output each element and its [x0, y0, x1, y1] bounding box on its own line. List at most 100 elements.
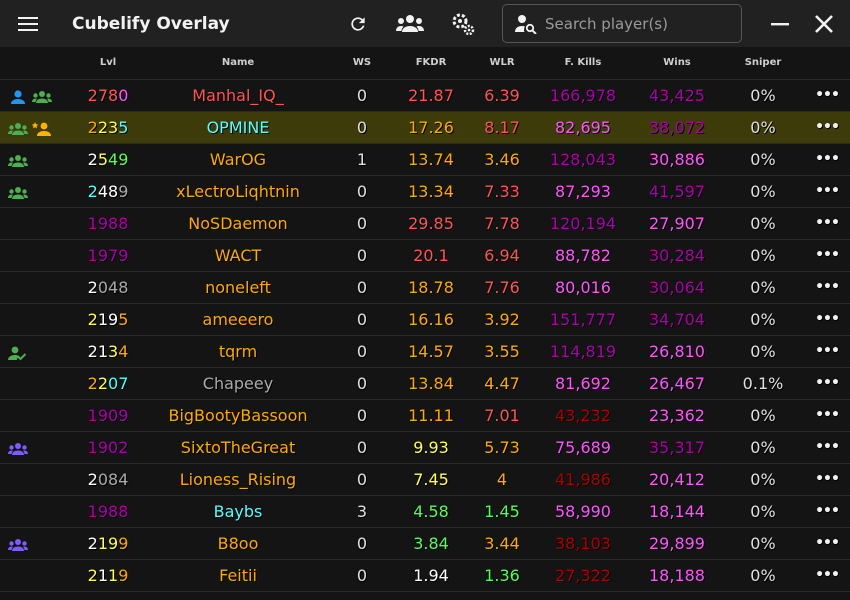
table-row[interactable]: 1909 BigBootyBassoon 0 11.11 7.01 43,232 23,36…	[0, 400, 850, 432]
table-row[interactable]: 1902 SixtoTheGreat 0 9.93 5.73 75,689 35,317 0%…	[0, 432, 850, 464]
player-name[interactable]: tqrm	[148, 336, 328, 367]
table-row[interactable]: 2780 Manhal_IQ_ 0 21.87 6.39 166,978 43,425 0% •…	[0, 80, 850, 112]
player-name[interactable]: Lioness_Rising	[148, 464, 328, 495]
player-name[interactable]: SixtoTheGreat	[148, 432, 328, 463]
table-row[interactable]: 2207 Chapeey 0 13.84 4.47 81,692 26,467 0.1% •••	[0, 368, 850, 400]
col-wins[interactable]: Wins	[632, 47, 722, 79]
player-level: 2084	[87, 470, 129, 489]
wlr-value: 6.94	[484, 246, 520, 265]
player-name[interactable]: B8oo	[148, 528, 328, 559]
gear-icon[interactable]	[449, 10, 477, 38]
more-options-icon[interactable]: •••	[810, 336, 844, 367]
player-name[interactable]: Feitii	[148, 560, 328, 591]
person-search-icon	[515, 14, 537, 34]
wlr-value: 7.01	[484, 406, 520, 425]
col-fkdr[interactable]: FKDR	[392, 47, 470, 79]
more-options-icon[interactable]: •••	[810, 400, 844, 431]
wins-value: 20,412	[649, 470, 705, 489]
player-name[interactable]: Baybs	[148, 496, 328, 527]
winstreak: 0	[356, 214, 368, 233]
more-options-icon[interactable]: •••	[810, 432, 844, 463]
more-options-icon[interactable]: •••	[810, 80, 844, 111]
table-row[interactable]: 1988 Baybs 3 4.58 1.45 58,990 18,144 0% •••	[0, 496, 850, 528]
menu-icon[interactable]	[14, 12, 42, 36]
table-row[interactable]: 1988 NoSDaemon 0 29.85 7.78 120,194 27,907 0% ••…	[0, 208, 850, 240]
player-name[interactable]: noneleft	[148, 272, 328, 303]
more-options-icon[interactable]: •••	[810, 464, 844, 495]
more-options-icon[interactable]: •••	[810, 144, 844, 175]
winstreak: 0	[356, 438, 368, 457]
sniper-value: 0.1%	[742, 374, 784, 393]
table-row[interactable]: 2235 OPMINE 0 17.26 8.17 82,695 38,072 0% •••	[0, 112, 850, 144]
fkdr-value: 7.45	[413, 470, 449, 489]
close-icon[interactable]	[811, 11, 837, 37]
player-level: 2780	[87, 86, 129, 105]
col-fkills[interactable]: F. Kills	[538, 47, 628, 79]
sniper-value: 0%	[750, 182, 776, 201]
wlr-value: 3.44	[484, 534, 520, 553]
group-add-icon[interactable]	[395, 11, 425, 37]
table-row[interactable]: 2048 noneleft 0 18.78 7.76 80,016 30,064 0% •••	[0, 272, 850, 304]
player-name[interactable]: BigBootyBassoon	[148, 400, 328, 431]
player-name[interactable]: OPMINE	[148, 112, 328, 143]
wlr-value: 4	[496, 470, 508, 489]
player-name[interactable]: NoSDaemon	[148, 208, 328, 239]
player-level: 2048	[87, 278, 129, 297]
player-tags	[8, 400, 66, 431]
player-name[interactable]: WarOG	[148, 144, 328, 175]
more-options-icon[interactable]: •••	[810, 368, 844, 399]
player-name[interactable]: WACT	[148, 240, 328, 271]
more-options-icon[interactable]: •••	[810, 240, 844, 271]
more-options-icon[interactable]: •••	[810, 208, 844, 239]
more-options-icon[interactable]: •••	[810, 176, 844, 207]
sniper-value: 0%	[750, 342, 776, 361]
more-options-icon[interactable]: •••	[810, 496, 844, 527]
more-options-icon[interactable]: •••	[810, 112, 844, 143]
table-row[interactable]: 2119 Feitii 0 1.94 1.36 27,322 18,188 0% •••	[0, 560, 850, 592]
table-row[interactable]: 2195 ameeero 0 16.16 3.92 151,777 34,704 0% •••	[0, 304, 850, 336]
player-level: 2549	[87, 150, 129, 169]
sniper-value: 0%	[750, 246, 776, 265]
wins-value: 26,467	[649, 374, 705, 393]
fkdr-value: 29.85	[408, 214, 454, 233]
refresh-icon[interactable]	[345, 11, 371, 37]
table-row[interactable]: 2134 tqrm 0 14.57 3.55 114,819 26,810 0% •••	[0, 336, 850, 368]
more-options-icon[interactable]: •••	[810, 304, 844, 335]
winstreak: 0	[356, 278, 368, 297]
search-box[interactable]	[502, 4, 742, 43]
col-sniper[interactable]: Sniper	[730, 47, 796, 79]
player-name[interactable]: Manhal_IQ_	[148, 80, 328, 111]
sniper-value: 0%	[750, 438, 776, 457]
more-options-icon[interactable]: •••	[810, 528, 844, 559]
table-row[interactable]: 2084 Lioness_Rising 0 7.45 4 41,986 20,412 0% ••…	[0, 464, 850, 496]
fkdr-value: 20.1	[413, 246, 449, 265]
final-kills-value: 58,990	[555, 502, 611, 521]
col-wlr[interactable]: WLR	[470, 47, 534, 79]
more-options-icon[interactable]: •••	[810, 272, 844, 303]
table-row[interactable]: 1979 WACT 0 20.1 6.94 88,782 30,284 0% •••	[0, 240, 850, 272]
table-row[interactable]: 2199 B8oo 0 3.84 3.44 38,103 29,899 0% •••	[0, 528, 850, 560]
wins-value: 35,317	[649, 438, 705, 457]
minimize-icon[interactable]	[767, 11, 793, 37]
col-ws[interactable]: WS	[338, 47, 386, 79]
more-options-icon[interactable]: •••	[810, 560, 844, 591]
table-row[interactable]: 2489 xLectroLiqhtnin 0 13.34 7.33 87,293 41,59…	[0, 176, 850, 208]
player-name[interactable]: ameeero	[148, 304, 328, 335]
final-kills-value: 82,695	[555, 118, 611, 137]
winstreak: 0	[356, 374, 368, 393]
fkdr-value: 1.94	[413, 566, 449, 585]
player-name[interactable]: Chapeey	[148, 368, 328, 399]
player-name[interactable]: xLectroLiqhtnin	[148, 176, 328, 207]
search-input[interactable]	[543, 13, 737, 34]
winstreak: 0	[356, 118, 368, 137]
table-row[interactable]: 2549 WarOG 1 13.74 3.46 128,043 30,886 0% •••	[0, 144, 850, 176]
fkdr-value: 13.84	[408, 374, 454, 393]
player-level: 2199	[87, 534, 129, 553]
person-star-orange-icon	[32, 118, 56, 137]
col-name[interactable]: Name	[148, 47, 328, 79]
final-kills-value: 80,016	[555, 278, 611, 297]
final-kills-value: 41,986	[555, 470, 611, 489]
player-table: 2780 Manhal_IQ_ 0 21.87 6.39 166,978 43,425 0% •…	[0, 80, 850, 592]
col-lvl[interactable]: Lvl	[72, 47, 144, 79]
wins-value: 38,072	[649, 118, 705, 137]
